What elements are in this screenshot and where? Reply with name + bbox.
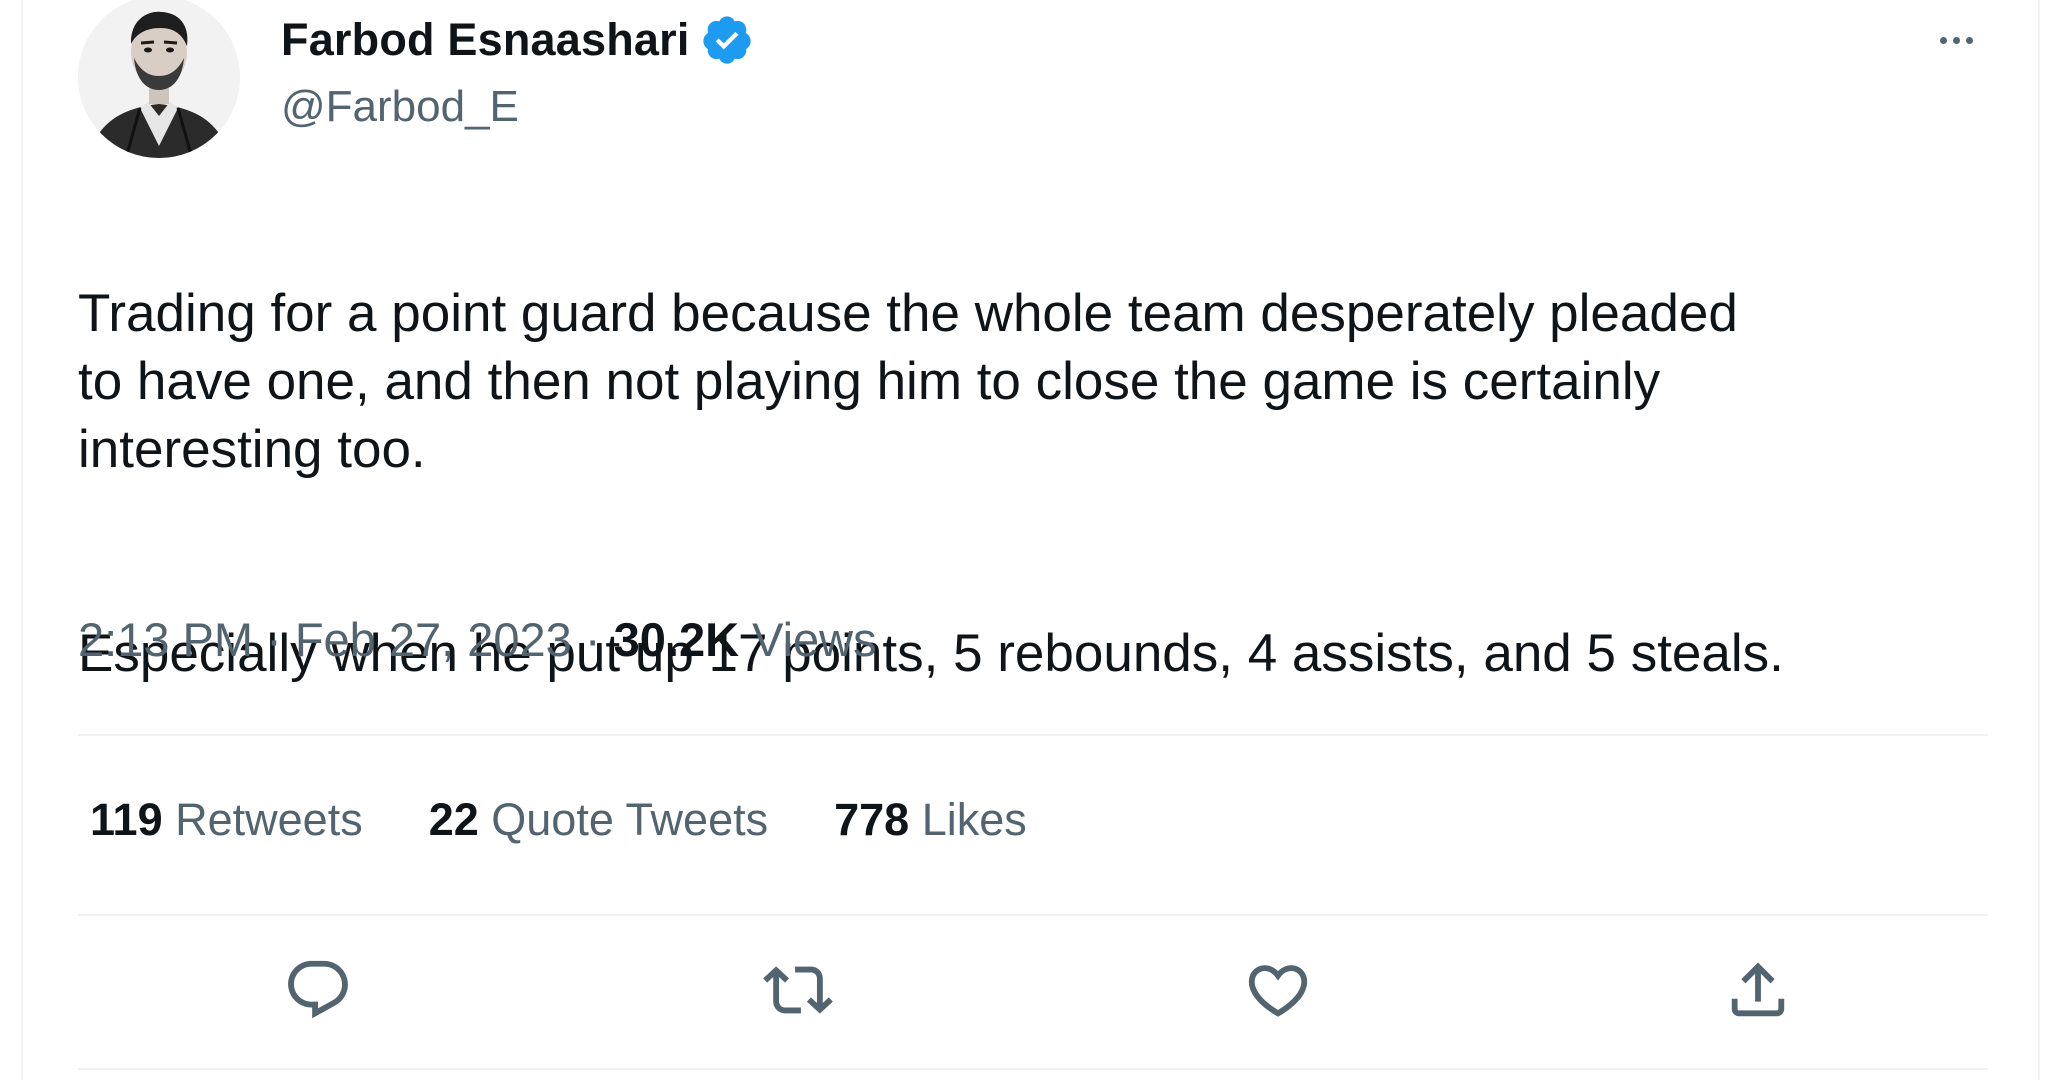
tweet-date[interactable]: Feb 27, 2023 xyxy=(295,613,572,666)
views-count: 30.2K xyxy=(613,613,740,666)
meta-separator: · xyxy=(571,613,614,666)
quote-tweets-stat[interactable]: 22 Quote Tweets xyxy=(429,790,768,850)
tweet-actions xyxy=(78,940,1988,1040)
retweets-count: 119 xyxy=(90,794,163,845)
tweet-time[interactable]: 2:13 PM xyxy=(78,613,253,666)
timeline-border-left xyxy=(21,0,23,1080)
author-name-row[interactable]: Farbod Esnaashari xyxy=(281,12,754,68)
tweet-text: Trading for a point guard because the wh… xyxy=(78,212,2008,756)
author-handle[interactable]: @Farbod_E xyxy=(281,82,519,132)
more-options-button[interactable] xyxy=(1920,18,1992,62)
quotes-label: Quote Tweets xyxy=(478,794,769,845)
avatar[interactable] xyxy=(78,0,240,158)
engagement-stats: 119 Retweets 22 Quote Tweets 778 Likes xyxy=(90,790,1093,850)
reply-button[interactable] xyxy=(276,948,360,1032)
share-button[interactable] xyxy=(1716,948,1800,1032)
likes-stat[interactable]: 778 Likes xyxy=(834,790,1027,850)
tweet-paragraph-1: Trading for a point guard because the wh… xyxy=(78,284,1738,479)
reply-icon xyxy=(288,960,348,1019)
verified-badge-icon[interactable] xyxy=(700,13,754,67)
more-horizontal-icon xyxy=(1965,36,1973,44)
divider xyxy=(78,914,1988,916)
retweets-stat[interactable]: 119 Retweets xyxy=(90,790,363,850)
likes-count: 778 xyxy=(834,794,910,845)
views-label: Views xyxy=(739,613,877,666)
timeline-border-right xyxy=(2038,0,2040,1080)
more-horizontal-icon xyxy=(1952,36,1960,44)
tweet-page: Farbod Esnaashari @Farbod_E Trading for … xyxy=(0,0,2052,1080)
likes-label: Likes xyxy=(909,794,1027,845)
retweet-icon xyxy=(763,966,833,1014)
meta-separator: · xyxy=(253,613,295,666)
profile-photo xyxy=(78,0,240,158)
tweet-meta: 2:13 PM · Feb 27, 2023 · 30.2K Views xyxy=(78,610,877,670)
like-button[interactable] xyxy=(1236,948,1320,1032)
divider xyxy=(78,1068,1988,1070)
share-icon xyxy=(1731,962,1785,1017)
like-icon xyxy=(1248,965,1308,1017)
divider xyxy=(78,734,1988,736)
retweet-button[interactable] xyxy=(756,948,840,1032)
quotes-count: 22 xyxy=(428,794,479,845)
author-display-name[interactable]: Farbod Esnaashari xyxy=(281,14,690,66)
more-horizontal-icon xyxy=(1939,36,1947,44)
retweets-label: Retweets xyxy=(162,794,363,845)
